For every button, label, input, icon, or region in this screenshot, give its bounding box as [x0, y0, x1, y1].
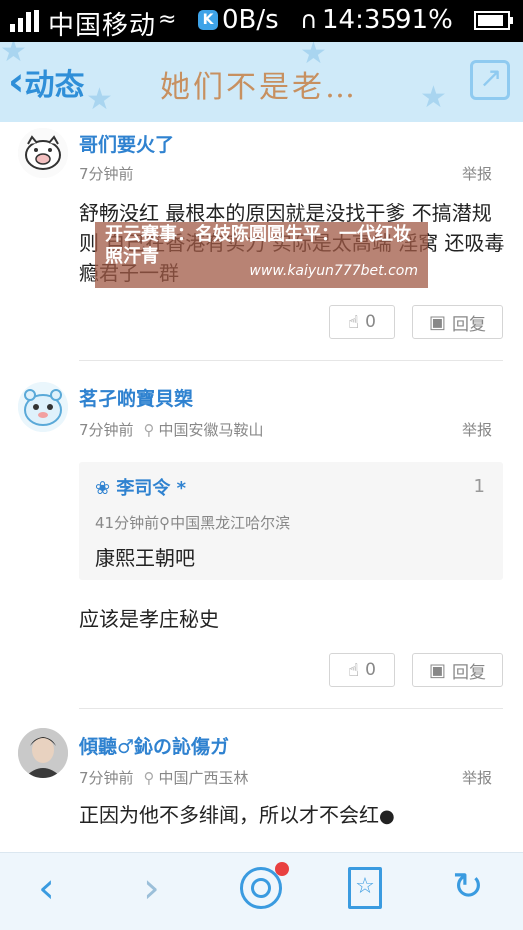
comment-list[interactable]: 哥们要火了 7分钟前 举报 舒畅没红 最根本的原因就是没找干爹 不搞潜规则 自己… [0, 122, 523, 852]
refresh-icon[interactable]: ↻ [452, 867, 484, 905]
star-decoration: ★ [86, 82, 113, 117]
forward-arrow-icon[interactable]: › [143, 867, 160, 909]
location-pin-icon: ⚲ [143, 769, 155, 787]
reply-text: 康熙王朝吧 [95, 546, 195, 570]
network-speed: 0B/s [222, 5, 279, 35]
ad-title: 开云赛事：名妓陈圆圆生平：一代红妆照汗青 [105, 224, 411, 267]
location-pin-icon: ⚲ [159, 514, 171, 532]
clock: 14:35 [322, 5, 397, 35]
divider [79, 360, 503, 361]
reply-username-text: 李司令 * [116, 478, 187, 499]
comment-time-text: 7分钟前 [79, 165, 134, 183]
wifi-icon: ≈ [158, 7, 177, 32]
star-decoration: ★ [420, 80, 447, 115]
network-badge: K [198, 10, 218, 30]
comment-username[interactable]: 茗孑啲寶貝槊 [79, 384, 193, 411]
reply-meta: 41分钟前⚲中国黑龙江哈尔滨 [95, 512, 290, 533]
reply-username[interactable]: ❀ 李司令 * [95, 474, 186, 500]
divider [79, 708, 503, 709]
comment-bubble-icon[interactable] [240, 862, 289, 909]
comment-time: 7分钟前 [79, 163, 134, 184]
like-count: 0 [365, 660, 376, 680]
thumbs-up-icon: ☝ [348, 659, 360, 681]
back-arrow-icon[interactable]: ‹ [38, 867, 55, 909]
reply-time: 41分钟前 [95, 514, 160, 532]
report-button[interactable]: 举报 [462, 419, 492, 440]
headphone-icon: ∩ [300, 6, 318, 34]
reply-button[interactable]: ▣ 回复 [412, 653, 503, 687]
comment-text: 正因为他不多绯闻，所以才不会红● [79, 800, 509, 832]
comment-bubble-inner [251, 878, 271, 898]
comment-time-text: 7分钟前 [79, 421, 134, 439]
comment-username[interactable]: 傾聽♂鈊の訫傷ガ [79, 732, 229, 759]
reply-label: 回复 [452, 314, 486, 335]
comment-location: 中国广西玉林 [158, 769, 249, 787]
comment-location: 中国安徽马鞍山 [158, 421, 264, 439]
report-button[interactable]: 举报 [462, 163, 492, 184]
avatar[interactable] [18, 128, 68, 178]
comment-username[interactable]: 哥们要火了 [79, 130, 174, 157]
reply-label: 回复 [452, 662, 486, 683]
ad-banner[interactable]: 开云赛事：名妓陈圆圆生平：一代红妆照汗青 www.kaiyun777bet.co… [95, 222, 428, 288]
carrier-name: 中国移动 [48, 11, 157, 41]
avatar[interactable] [18, 728, 68, 778]
reply-floor: 1 [473, 476, 485, 497]
user-badge-icon: ❀ [95, 478, 111, 499]
like-button[interactable]: ☝ 0 [329, 653, 395, 687]
page-title: 她们不是老… [160, 70, 358, 105]
thumbs-up-icon: ☝ [348, 311, 360, 333]
bookmark-star-icon[interactable]: ☆ [348, 867, 382, 909]
avatar[interactable] [18, 382, 68, 432]
comment-text: 应该是孝庄秘史 [79, 607, 219, 631]
notification-dot [275, 862, 289, 876]
pig-avatar-icon [18, 128, 68, 178]
like-button[interactable]: ☝ 0 [329, 305, 395, 339]
reply-button[interactable]: ▣ 回复 [412, 305, 503, 339]
comment-text-body: 正因为他不多绯闻，所以才不会红 [79, 803, 379, 827]
quoted-reply: ❀ 李司令 * 1 41分钟前⚲中国黑龙江哈尔滨 康熙王朝吧 [79, 462, 503, 580]
comment-meta: 7分钟前 ⚲ 中国安徽马鞍山 [79, 419, 264, 440]
like-count: 0 [365, 312, 376, 332]
chat-icon: ▣ [428, 659, 446, 681]
comment-time-text: 7分钟前 [79, 769, 134, 787]
back-button[interactable]: ‹ 动态 [8, 60, 84, 104]
back-label: 动态 [24, 68, 85, 103]
share-icon[interactable] [470, 60, 510, 100]
status-bar: 中国移动 ≈ K 0B/s ∩ 14:35 91% [0, 0, 523, 42]
battery-icon [474, 11, 513, 30]
chevron-left-icon: ‹ [8, 59, 25, 105]
chat-icon: ▣ [428, 311, 446, 333]
emoji-icon: ● [379, 806, 395, 827]
report-button[interactable]: 举报 [462, 767, 492, 788]
ad-url: www.kaiyun777bet.com [249, 263, 418, 279]
location-pin-icon: ⚲ [143, 421, 155, 439]
battery-percent: 91% [395, 5, 453, 35]
reply-location: 中国黑龙江哈尔滨 [170, 514, 291, 532]
top-bar: ★ ★ ★ ★ ‹ 动态 她们不是老… [0, 42, 523, 122]
bottom-toolbar: ‹ › ☆ ↻ [0, 852, 523, 930]
cartoon-avatar-icon [18, 382, 68, 432]
comment-meta: 7分钟前 ⚲ 中国广西玉林 [79, 767, 249, 788]
photo-avatar-icon [18, 728, 68, 778]
